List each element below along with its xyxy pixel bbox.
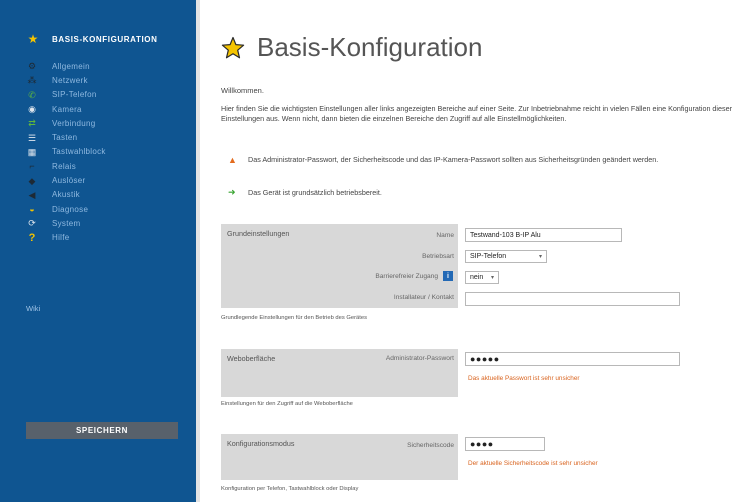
page-title: Basis-Konfiguration (257, 32, 483, 62)
sidebar-item-label: Tastwahlblock (52, 147, 106, 157)
sidebar-item-ausloeser[interactable]: ◆ Auslöser (26, 173, 106, 187)
sidebar-item-akustik[interactable]: ◀ Akustik (26, 188, 106, 202)
phone-icon: ✆ (28, 89, 36, 100)
security-code-warning: Der aktuelle Sicherheitscode ist sehr un… (468, 460, 598, 467)
sidebar-item-netzwerk[interactable]: ⁂ Netzwerk (26, 73, 106, 87)
sidebar-item-label: Diagnose (52, 204, 89, 214)
sidebar-item-label: Hilfe (52, 233, 70, 243)
sidebar-header-label: BASIS-KONFIGURATION (52, 34, 158, 44)
security-code-label: Sicherheitscode (407, 442, 454, 449)
camera-icon: ◉ (28, 104, 36, 115)
accessibility-select[interactable]: nein ▾ (465, 271, 499, 284)
section-weboberflaeche: Weboberfläche Administrator-Passwort (221, 349, 458, 397)
wiki-link[interactable]: Wiki (26, 304, 40, 313)
keypad-icon: ▦ (27, 146, 37, 157)
sidebar-item-allgemein[interactable]: ⚙ Allgemein (26, 59, 106, 73)
sidebar-item-kamera[interactable]: ◉ Kamera (26, 102, 106, 116)
section-description: Konfiguration per Telefon, Tastwahlblock… (221, 486, 359, 492)
system-icon: ⟳ (28, 218, 36, 229)
section-description: Einstellungen für den Zugriff auf die We… (221, 401, 353, 407)
relay-icon: ⌐ (29, 161, 35, 172)
sidebar-item-label: Auslöser (52, 176, 86, 186)
save-button[interactable]: SPEICHERN (26, 422, 178, 439)
sidebar-item-label: Netzwerk (52, 75, 88, 85)
sidebar-item-label: Relais (52, 161, 77, 171)
sidebar-item-relais[interactable]: ⌐ Relais (26, 159, 106, 173)
admin-password-input[interactable]: ●●●●● (465, 352, 680, 366)
sidebar-item-tasten[interactable]: ☰ Tasten (26, 130, 106, 144)
status-ok: ➜ Das Gerät ist grundsätzlich betriebsbe… (228, 187, 382, 198)
sidebar-item-system[interactable]: ⟳ System (26, 216, 106, 230)
sidebar-item-basis-konfiguration[interactable]: ★ BASIS-KONFIGURATION (26, 32, 157, 46)
accessibility-value: nein (470, 274, 484, 281)
info-icon[interactable]: i (443, 271, 453, 281)
password-warning: Das aktuelle Passwort ist sehr unsicher (468, 375, 580, 382)
sidebar-item-label: Allgemein (52, 61, 90, 71)
sidebar-item-diagnose[interactable]: ◒ Diagnose (26, 202, 106, 216)
status-ok-text: Das Gerät ist grundsätzlich betriebsbere… (248, 188, 382, 197)
accessibility-label: Barrierefreier Zugang (375, 273, 438, 280)
arrow-right-icon: ➜ (228, 187, 236, 197)
welcome-text: Willkommen. (221, 86, 264, 95)
speaker-icon: ◀ (28, 189, 36, 200)
gear-icon: ⚙ (27, 61, 37, 72)
sidebar-item-sip-telefon[interactable]: ✆ SIP-Telefon (26, 88, 106, 102)
section-title: Konfigurationsmodus (227, 439, 295, 448)
section-grundeinstellungen: Grundeinstellungen Name Betriebsart Barr… (221, 224, 458, 308)
sidebar-nav: ⚙ Allgemein ⁂ Netzwerk ✆ SIP-Telefon ◉ K… (26, 59, 106, 245)
sidebar-item-label: Akustik (52, 190, 80, 200)
network-icon: ⁂ (27, 75, 37, 86)
section-title: Grundeinstellungen (227, 229, 290, 238)
diagnose-icon: ◒ (29, 204, 35, 215)
sidebar-item-label: System (52, 218, 81, 228)
warning-icon: ▲ (228, 155, 237, 165)
operating-mode-value: SIP-Telefon (470, 253, 507, 260)
security-warning: ▲ Das Administrator-Passwort, der Sicher… (228, 155, 738, 165)
security-warning-text: Das Administrator-Passwort, der Sicherhe… (248, 155, 659, 164)
installer-label: Installateur / Kontakt (393, 294, 454, 301)
section-title: Weboberfläche (227, 354, 276, 363)
buttons-icon: ☰ (27, 132, 37, 143)
sidebar-item-label: Tasten (52, 133, 78, 143)
admin-password-label: Administrator-Passwort (385, 355, 454, 362)
intro-text: Hier finden Sie die wichtigsten Einstell… (221, 104, 733, 123)
name-input[interactable]: Testwand-103 B-IP Alu (465, 228, 622, 242)
sidebar-item-verbindung[interactable]: ⇄ Verbindung (26, 116, 106, 130)
help-icon: ? (28, 231, 36, 244)
section-konfigurationsmodus: Konfigurationsmodus Sicherheitscode (221, 434, 458, 480)
page-header: Basis-Konfiguration (221, 32, 482, 63)
sidebar-item-label: SIP-Telefon (52, 90, 97, 100)
section-description: Grundlegende Einstellungen für den Betri… (221, 315, 367, 321)
installer-input[interactable] (465, 292, 680, 306)
connection-icon: ⇄ (28, 118, 36, 129)
trigger-icon: ◆ (28, 175, 36, 186)
sidebar-item-label: Kamera (52, 104, 82, 114)
mode-label: Betriebsart (422, 253, 454, 260)
star-icon: ★ (27, 32, 39, 46)
sidebar-item-hilfe[interactable]: ? Hilfe (26, 231, 106, 245)
chevron-down-icon: ▾ (490, 275, 494, 281)
sidebar-item-tastwahlblock[interactable]: ▦ Tastwahlblock (26, 145, 106, 159)
name-label: Name (436, 232, 454, 239)
star-icon (221, 36, 245, 58)
operating-mode-select[interactable]: SIP-Telefon ▾ (465, 250, 547, 263)
main-content: Basis-Konfiguration Willkommen. Hier fin… (204, 0, 749, 502)
sidebar-item-label: Verbindung (52, 118, 96, 128)
security-code-input[interactable]: ●●●● (465, 437, 545, 451)
sidebar: ★ BASIS-KONFIGURATION ⚙ Allgemein ⁂ Netz… (0, 0, 200, 502)
chevron-down-icon: ▾ (538, 254, 542, 260)
